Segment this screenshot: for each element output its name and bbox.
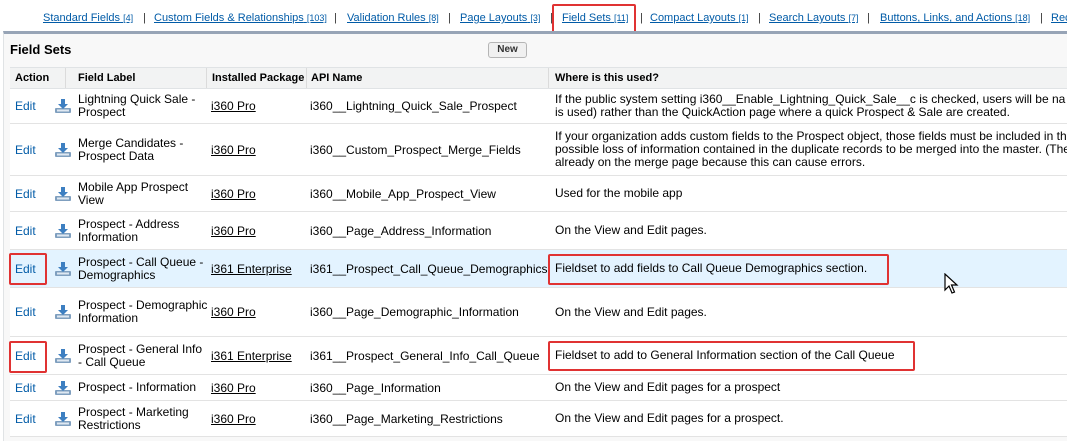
col-installed-package: Installed Package — [212, 72, 305, 84]
download-icon — [54, 212, 72, 249]
field-label: Lightning Quick Sale - Prospect — [78, 92, 196, 119]
api-name: i361__Prospect_General_Info_Call_Queue — [310, 348, 540, 363]
edit-link[interactable]: Edit — [15, 288, 36, 336]
panel-title: Field Sets — [10, 42, 72, 57]
nav-compact-layouts[interactable]: Compact Layouts [1] — [650, 12, 749, 24]
where-line: On the View and Edit pages. — [555, 223, 707, 237]
col-field-label: Field Label — [78, 72, 136, 84]
api-name: i360__Custom_Prospect_Merge_Fields — [310, 142, 521, 157]
api-name: i360__Lightning_Quick_Sale_Prospect — [310, 99, 517, 113]
table-row: Edit Merge Candidates - Prospect Data i360… — [10, 124, 1067, 176]
where-used: If the public system setting i360__Enabl… — [555, 89, 1067, 123]
field-label: Prospect - General Info - Call Queue — [78, 341, 203, 369]
table-row: Edit Mobile App Prospect View i360 Pro i360… — [10, 176, 1067, 212]
table-row: Edit Prospect - Demographic Information i3… — [10, 288, 1067, 337]
download-icon — [54, 176, 72, 211]
where-line: Fieldset to add to General Information s… — [555, 348, 895, 362]
where-line: Used for the mobile app — [555, 186, 683, 200]
table-header: Action Field Label Installed Package API… — [10, 67, 1067, 89]
installed-package-link[interactable]: i360 Pro — [211, 124, 256, 175]
field-label: Prospect - Information — [78, 380, 197, 394]
field-label: Merge Candidates - Prospect Data — [78, 135, 184, 163]
col-where-used: Where is this used? — [555, 72, 659, 84]
field-label: Prospect - Demographic Information — [78, 298, 208, 325]
api-name: i360__Page_Marketing_Restrictions — [310, 411, 503, 426]
api-name: i361__Prospect_Call_Queue_Demographics — [310, 261, 548, 276]
where-used: On the View and Edit pages. — [555, 288, 1067, 336]
download-icon — [54, 288, 72, 336]
table-row: Edit Prospect - Information i360 Pro i360__… — [10, 375, 1067, 401]
nav-record-types[interactable]: Rec — [1051, 12, 1067, 24]
table-row: Edit Prospect - General Info - Call Queue… — [10, 337, 1067, 375]
field-label: Prospect - Address Information — [78, 216, 180, 244]
where-used: On the View and Edit pages. — [555, 212, 1067, 249]
edit-link[interactable]: Edit — [15, 375, 36, 400]
where-used: On the View and Edit pages for a prospec… — [555, 375, 1067, 400]
nav-page-layouts[interactable]: Page Layouts [3] — [460, 12, 540, 24]
nav-custom-fields[interactable]: Custom Fields & Relationships [103] — [154, 12, 327, 24]
installed-package-link[interactable]: i360 Pro — [211, 375, 256, 400]
edit-link[interactable]: Edit — [15, 401, 36, 436]
where-used: If your organization adds custom fields … — [555, 124, 1067, 175]
api-name: i360__Page_Demographic_Information — [310, 305, 519, 319]
where-line: On the View and Edit pages. — [555, 304, 707, 319]
api-name: i360__Page_Address_Information — [310, 223, 492, 238]
table-row: Edit Prospect - Marketing Restrictions i36… — [10, 401, 1067, 437]
download-icon — [54, 401, 72, 436]
field-label: Prospect - Call Queue - Demographics — [78, 254, 204, 282]
table-row: Edit Prospect - Address Information i360 P… — [10, 212, 1067, 250]
table-row: Edit Lightning Quick Sale - Prospect i360 … — [10, 89, 1067, 124]
download-icon — [54, 124, 72, 175]
where-used: Used for the mobile app — [555, 176, 1067, 211]
edit-link[interactable]: Edit — [15, 89, 36, 123]
field-label: Mobile App Prospect View — [78, 179, 189, 207]
where-line: Fieldset to add fields to Call Queue Dem… — [555, 261, 868, 275]
where-used: On the View and Edit pages for a prospec… — [555, 401, 1067, 436]
edit-link[interactable]: Edit — [15, 337, 36, 374]
mouse-cursor-icon — [944, 273, 959, 294]
download-icon — [54, 89, 72, 123]
installed-package-link[interactable]: i361 Enterprise — [211, 250, 292, 287]
where-line: is used) rather than the QuickAction pag… — [555, 105, 1010, 119]
table-row: Edit Prospect - Call Queue - Demographics… — [10, 250, 1067, 288]
nav-search-layouts[interactable]: Search Layouts [7] — [769, 12, 859, 24]
related-list-nav: Standard Fields [4] | Custom Fields & Re… — [0, 0, 1067, 32]
api-name: i360__Mobile_App_Prospect_View — [310, 186, 496, 201]
field-label: Prospect - Marketing Restrictions — [78, 404, 189, 432]
nav-buttons-links-actions[interactable]: Buttons, Links, and Actions [18] — [880, 12, 1030, 24]
installed-package-link[interactable]: i360 Pro — [211, 212, 256, 249]
download-icon — [54, 337, 72, 374]
edit-link[interactable]: Edit — [15, 176, 36, 211]
where-used: Fieldset to add fields to Call Queue Dem… — [555, 250, 1067, 287]
nav-validation-rules[interactable]: Validation Rules [8] — [347, 12, 439, 24]
download-icon — [54, 375, 72, 400]
installed-package-link[interactable]: i360 Pro — [211, 401, 256, 436]
where-used: Fieldset to add to General Information s… — [555, 337, 1067, 374]
download-icon — [54, 250, 72, 287]
col-api-name: API Name — [311, 72, 363, 84]
edit-link[interactable]: Edit — [15, 212, 36, 249]
col-action: Action — [15, 72, 50, 84]
installed-package-link[interactable]: i361 Enterprise — [211, 337, 292, 374]
api-name: i360__Page_Information — [310, 380, 441, 395]
where-line: On the View and Edit pages for a prospec… — [555, 411, 784, 425]
where-line: On the View and Edit pages for a prospec… — [555, 380, 781, 394]
nav-standard-fields[interactable]: Standard Fields [4] — [43, 12, 133, 24]
nav-field-sets[interactable]: Field Sets [11] — [562, 12, 628, 24]
edit-link[interactable]: Edit — [15, 124, 36, 175]
where-line: already on the merge page because this c… — [555, 155, 866, 169]
installed-package-link[interactable]: i360 Pro — [211, 288, 256, 336]
installed-package-link[interactable]: i360 Pro — [211, 89, 256, 123]
installed-package-link[interactable]: i360 Pro — [211, 176, 256, 211]
edit-link[interactable]: Edit — [15, 250, 36, 287]
new-button[interactable]: New — [488, 42, 527, 58]
